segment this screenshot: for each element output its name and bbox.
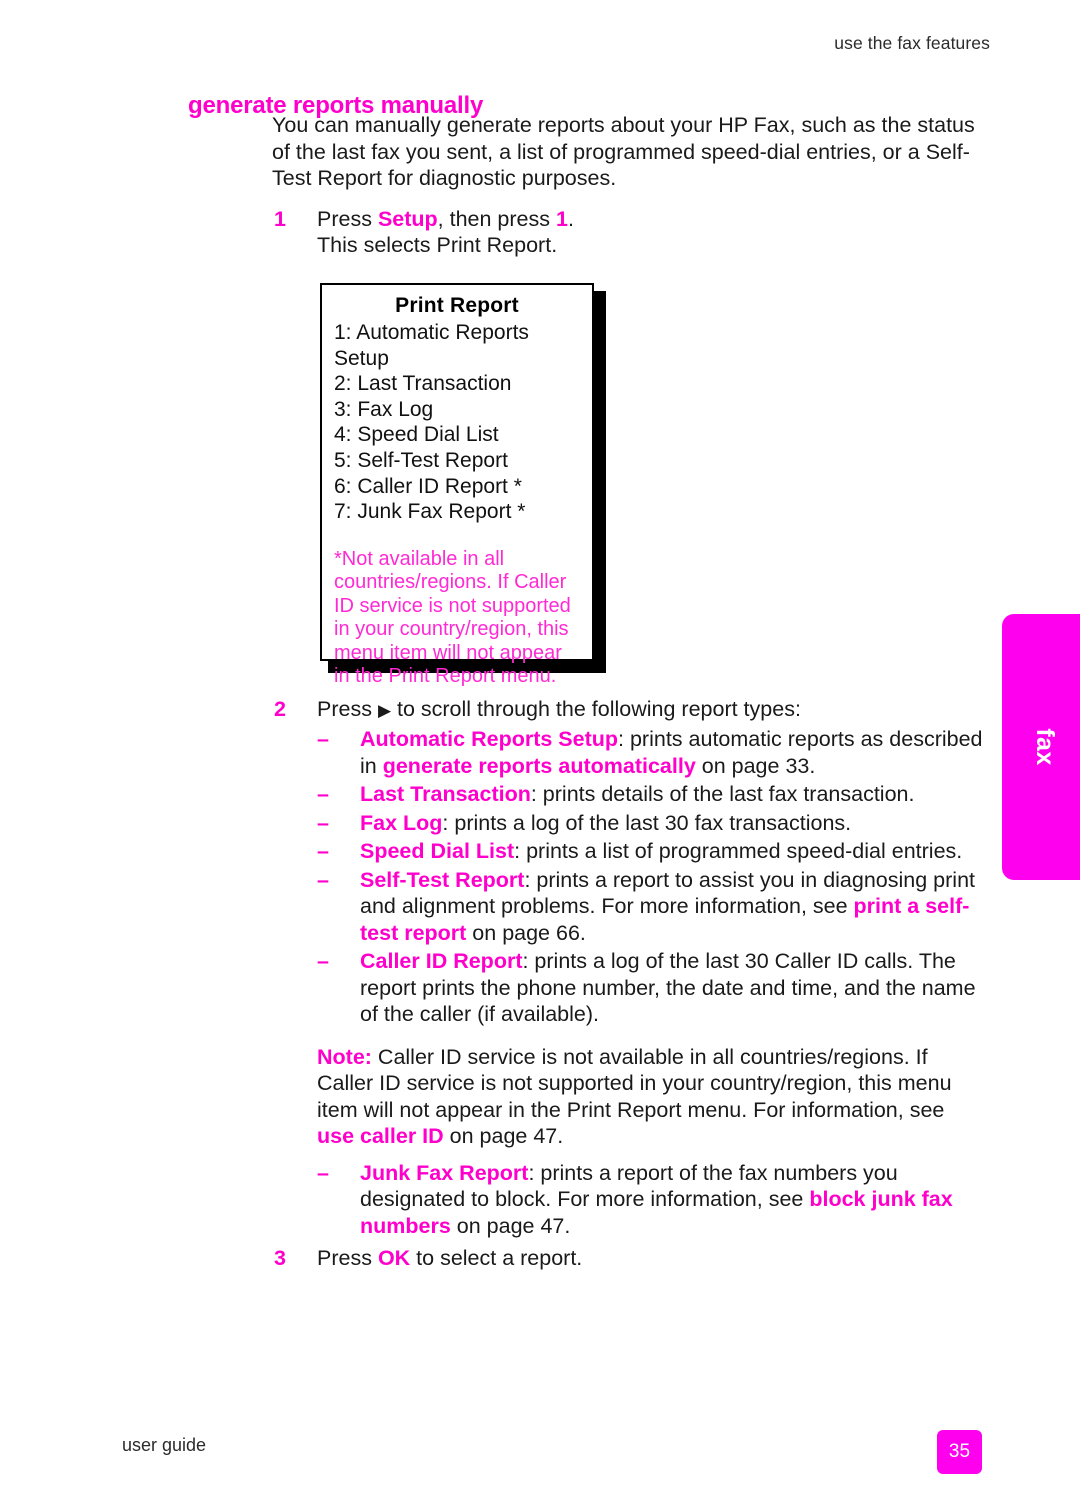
step-2-lead: Press ▶ to scroll through the following … (317, 696, 987, 725)
cross-reference-link[interactable]: generate reports automatically (383, 754, 696, 778)
document-page: use the fax features generate reports ma… (0, 0, 1080, 1495)
step-1-line-1: Press Setup, then press 1. (317, 206, 987, 233)
list-item: – Fax Log: prints a log of the last 30 f… (317, 810, 987, 837)
step-number: 3 (274, 1246, 286, 1270)
step-1-text-c: . (567, 206, 574, 231)
dash-bullet: – (317, 727, 329, 751)
step-2-text-a: Press (317, 696, 378, 721)
report-desc-a: : prints details of the last fax transac… (530, 782, 915, 806)
step-3-text-a: Press (317, 1246, 378, 1270)
section-thumb-tab-fax[interactable]: fax (1002, 614, 1080, 880)
cross-reference-link[interactable]: use caller ID (317, 1124, 444, 1148)
list-item: – Junk Fax Report: prints a report of th… (317, 1160, 987, 1240)
report-term: Automatic Reports Setup (360, 727, 619, 751)
dash-bullet: – (317, 1160, 329, 1185)
step-3: 3 Press OK to select a report. (272, 1245, 987, 1272)
report-term: Speed Dial List (360, 839, 515, 863)
body-column: You can manually generate reports about … (272, 112, 987, 1272)
report-term: Caller ID Report (360, 949, 523, 973)
report-term: Junk Fax Report (360, 1160, 529, 1185)
dash-bullet: – (317, 839, 329, 863)
report-term: Last Transaction (360, 782, 531, 806)
setup-key-label: Setup (377, 206, 438, 231)
report-desc-b: on page 47. (450, 1213, 571, 1238)
dash-bullet: – (317, 867, 329, 892)
dash-bullet: – (317, 949, 329, 973)
list-item: – Automatic Reports Setup: prints automa… (317, 726, 987, 779)
footer-guide-label: user guide (122, 1435, 207, 1455)
report-desc-a: : prints a list of programmed speed-dial… (514, 839, 963, 863)
step-1-text-b: , then press (437, 206, 556, 231)
step-1: 1 Press Setup, then press 1. This select… (272, 206, 987, 259)
dash-bullet: – (317, 810, 329, 835)
report-desc-a: : prints a log of the last 30 fax transa… (442, 810, 852, 835)
page-number-badge: 35 (937, 1430, 982, 1474)
note-label: Note: (317, 1044, 372, 1069)
note-text-b: on page 47. (443, 1124, 564, 1148)
report-desc-b: on page 66. (466, 920, 586, 945)
step-3-line: Press OK to select a report. (317, 1245, 987, 1272)
dash-bullet: – (317, 782, 329, 806)
report-term: Self-Test Report (360, 867, 525, 892)
list-item: – Last Transaction: prints details of th… (317, 781, 987, 808)
step-number: 1 (274, 206, 286, 231)
step-1-text-a: Press (317, 206, 378, 231)
note-block: Note: Caller ID service is not available… (317, 1044, 987, 1150)
list-item: – Self-Test Report: prints a report to a… (317, 867, 987, 947)
list-item: – Caller ID Report: prints a log of the … (317, 948, 987, 1028)
one-key-label: 1 (556, 206, 568, 231)
list-item: – Speed Dial List: prints a list of prog… (317, 838, 987, 865)
step-number: 2 (274, 696, 286, 721)
report-term: Fax Log (360, 810, 443, 835)
figure-spacer (272, 259, 987, 696)
step-1-line-2: This selects Print Report. (317, 233, 558, 257)
note-text-a: Caller ID service is not available in al… (317, 1044, 952, 1122)
step-2-text-b: to scroll through the following report t… (391, 696, 801, 721)
running-header: use the fax features (834, 33, 990, 53)
ok-key-label: OK (377, 1246, 411, 1270)
intro-paragraph: You can manually generate reports about … (272, 113, 975, 190)
right-arrow-icon: ▶ (377, 700, 392, 720)
report-desc-b: on page 33. (695, 753, 816, 778)
step-3-text-b: to select a report. (410, 1246, 583, 1270)
step-2: 2 Press ▶ to scroll through the followin… (272, 696, 987, 1240)
thumb-tab-label: fax (1031, 728, 1060, 766)
